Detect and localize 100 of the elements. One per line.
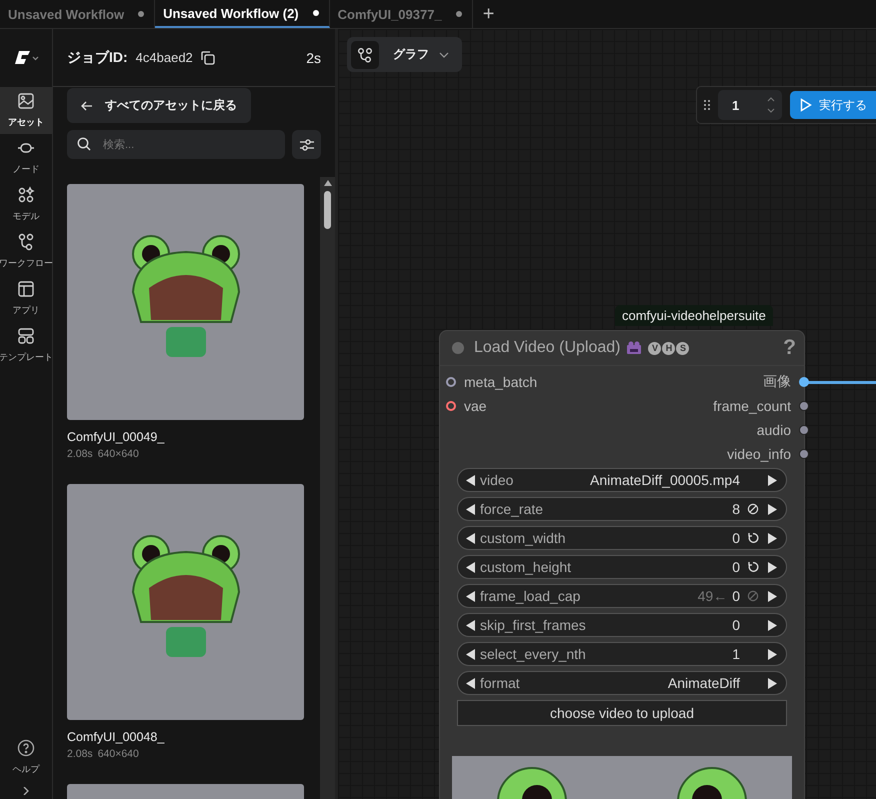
chevron-icon[interactable] (22, 787, 30, 795)
number-widget[interactable]: skip_first_frames 0 (457, 613, 787, 637)
output-slot-icon[interactable] (799, 425, 809, 435)
number-widget[interactable]: custom_width 0 (457, 526, 787, 550)
decrement-arrow-icon[interactable] (466, 532, 475, 544)
output-slot-icon[interactable] (799, 401, 809, 411)
widget-label: custom_height (480, 559, 572, 575)
widget-label: video (480, 472, 514, 488)
increment-arrow-icon[interactable] (768, 474, 777, 486)
increment-arrow-icon[interactable] (768, 648, 777, 660)
widget-label: force_rate (480, 501, 544, 517)
job-id-value: 4c4baed2 (136, 50, 193, 65)
help-button[interactable]: ヘルプ (0, 734, 52, 781)
letter-badge: H (662, 342, 676, 354)
increment-arrow-icon[interactable] (768, 532, 777, 544)
input-slot-icon[interactable] (446, 401, 456, 411)
increment-arrow-icon[interactable] (768, 504, 777, 514)
layout-icon (17, 280, 35, 298)
asset-name: ComfyUI_00048_ (67, 730, 166, 744)
logo-icon (13, 50, 39, 66)
image-thumbnail[interactable] (67, 184, 304, 420)
asset-duration: 2.08s (67, 748, 93, 760)
reset-icon[interactable] (747, 561, 759, 573)
graph-mode-button[interactable]: グラフ (347, 37, 462, 72)
decrement-arrow-icon[interactable] (466, 648, 475, 660)
workflow-tab[interactable]: Unsaved Workflow (0, 0, 156, 28)
increment-arrow-icon[interactable] (768, 620, 777, 630)
combo-widget[interactable]: format AnimateDiff (457, 671, 787, 695)
letter-badge: V (648, 342, 662, 354)
asset-duration: 2.08s (67, 448, 93, 460)
run-button[interactable]: 実行する (790, 91, 876, 119)
asset-dimensions: 640×640 (98, 448, 139, 460)
workflow-icon (17, 233, 35, 251)
decrement-arrow-icon[interactable] (466, 590, 475, 602)
help-icon[interactable]: ? (783, 336, 796, 360)
widget-value: 8 (732, 501, 740, 517)
letter-badge: S (676, 342, 690, 354)
widget-hint: 49← (698, 588, 728, 604)
asset-name: ComfyUI_00049_ (67, 430, 166, 444)
batch-count-field[interactable]: 1 (718, 90, 782, 120)
new-tab-button[interactable]: + (472, 0, 504, 28)
sidebar-item[interactable]: ワークフロー (0, 228, 52, 275)
upload-button[interactable]: choose video to upload (457, 700, 787, 726)
back-button[interactable]: すべてのアセットに戻る (67, 88, 251, 123)
sliders-icon (298, 138, 314, 152)
decrement-arrow-icon[interactable] (466, 620, 475, 630)
widget-value: AnimateDiff_00005.mp4 (590, 472, 740, 488)
input-slot-label: vae (464, 398, 487, 414)
arrow-left-icon (81, 100, 93, 110)
sidebar-item[interactable]: モデル (0, 181, 52, 228)
collapse-dot-icon[interactable] (452, 342, 464, 354)
node-source-badge: comfyui-videohelpersuite (615, 305, 773, 326)
combo-widget[interactable]: video AnimateDiff_00005.mp4 (457, 468, 787, 492)
widget-label: frame_load_cap (480, 588, 582, 604)
decrement-arrow-icon[interactable] (466, 562, 475, 572)
output-slot-label: frame_count (713, 398, 791, 414)
job-id-label: ジョブID: (67, 48, 128, 66)
decrement-arrow-icon[interactable] (466, 504, 475, 514)
chevron-down-icon (439, 52, 449, 58)
output-slot-label: 画像 (763, 373, 791, 391)
number-widget[interactable]: force_rate 8 (457, 497, 787, 521)
copy-icon[interactable] (200, 50, 215, 64)
search-field[interactable]: 検索... (67, 130, 285, 159)
widget-value: 0 (732, 530, 740, 546)
input-slot-icon[interactable] (446, 377, 456, 387)
increment-arrow-icon[interactable] (768, 562, 777, 572)
output-slot-label: audio (756, 422, 791, 438)
sidebar-item[interactable]: ノード (0, 134, 52, 181)
decrement-arrow-icon[interactable] (466, 678, 475, 688)
widget-value: AnimateDiff (668, 675, 740, 691)
widget-label: custom_width (480, 530, 567, 546)
reset-icon[interactable] (747, 532, 759, 544)
image-thumbnail[interactable] (67, 484, 304, 720)
stepper-icon[interactable] (766, 96, 776, 114)
increment-arrow-icon[interactable] (768, 590, 777, 602)
increment-arrow-icon[interactable] (768, 678, 777, 688)
scrollbar-thumb[interactable] (324, 191, 331, 229)
input-slot-label: meta_batch (464, 374, 538, 390)
number-widget[interactable]: frame_load_cap 49← 0 (457, 584, 787, 608)
widget-value: 0 (732, 559, 740, 575)
number-widget[interactable]: custom_height 0 (457, 555, 787, 579)
sidebar-item[interactable]: テンプレート (0, 322, 52, 369)
workflow-tab[interactable]: ComfyUI_09377_ (330, 0, 473, 28)
output-slot-icon[interactable] (799, 449, 809, 459)
camera-emoji-icon (626, 341, 642, 355)
filter-button[interactable] (292, 130, 321, 159)
output-slot-label: video_info (727, 446, 791, 462)
scroll-up-icon[interactable] (324, 180, 332, 186)
decrement-arrow-icon[interactable] (466, 474, 475, 486)
sidebar-item[interactable]: アプリ (0, 275, 52, 322)
output-slot-icon[interactable] (799, 377, 809, 387)
widget-label: select_every_nth (480, 646, 587, 662)
sidebar-item[interactable]: アセット (0, 87, 52, 134)
widget-label: skip_first_frames (480, 617, 587, 633)
number-widget[interactable]: select_every_nth 1 (457, 642, 787, 666)
workflow-icon (357, 46, 373, 62)
elapsed-time: 2s (306, 50, 321, 66)
drag-handle-icon[interactable] (704, 99, 710, 111)
widget-value: 0 (732, 588, 740, 604)
template-icon (17, 327, 35, 345)
